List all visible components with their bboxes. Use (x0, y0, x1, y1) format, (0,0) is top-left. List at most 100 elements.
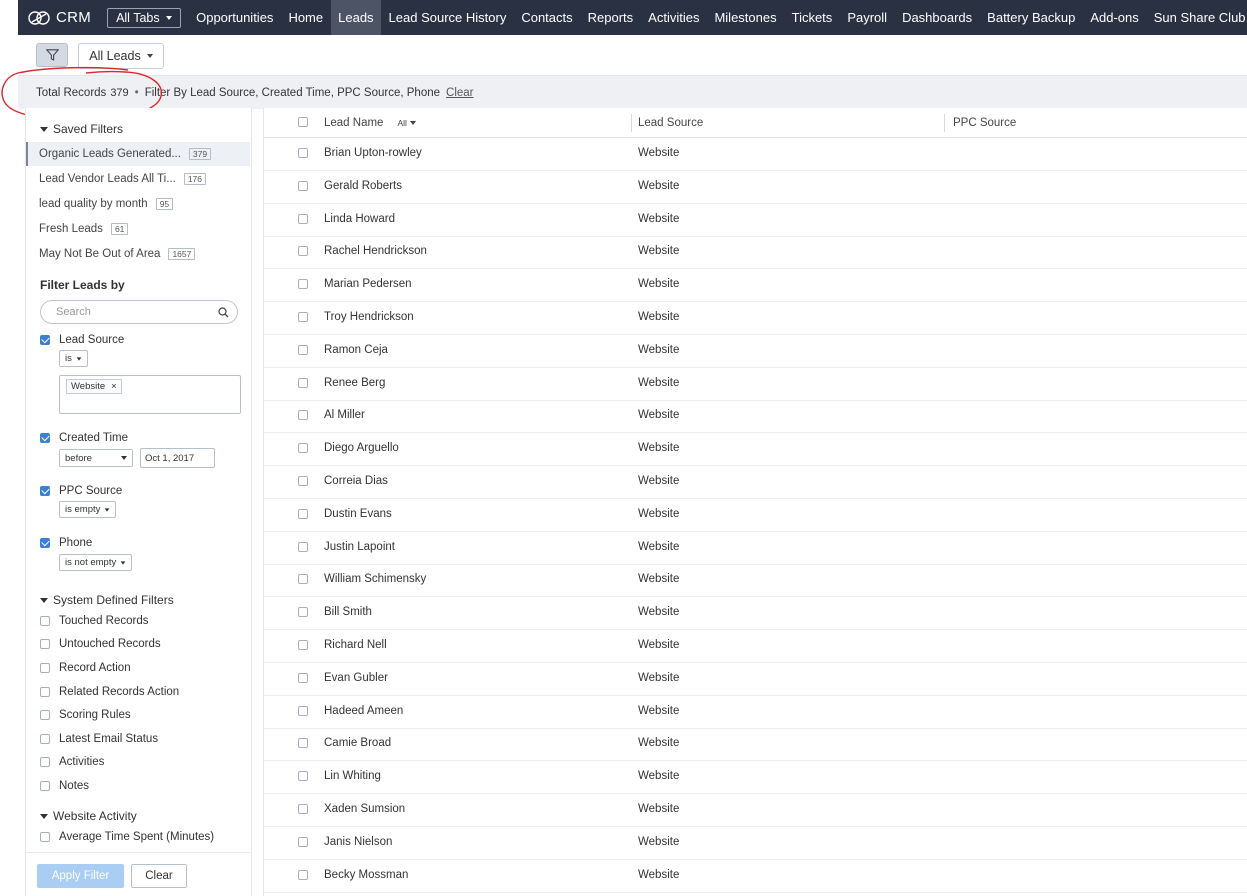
row-checkbox[interactable] (298, 443, 308, 454)
select-all-checkbox[interactable] (298, 117, 308, 127)
table-row[interactable]: Bill Smith Website (264, 596, 1247, 631)
created-time-date-input[interactable]: Oct 1, 2017 (140, 448, 215, 468)
row-checkbox[interactable] (298, 246, 308, 257)
lead-name-cell[interactable]: Rachel Hendrickson (324, 235, 427, 267)
saved-filters-header[interactable]: Saved Filters (40, 122, 123, 136)
table-row[interactable]: Hadeed Ameen Website (264, 695, 1247, 729)
system-filter-item[interactable]: Activities (40, 756, 104, 768)
table-row[interactable]: Troy Hendrickson Website (264, 301, 1247, 335)
nav-tab-sun-share-club[interactable]: Sun Share Club (1146, 0, 1247, 35)
nav-tab-payroll[interactable]: Payroll (840, 0, 895, 35)
lead-name-cell[interactable]: Troy Hendrickson (324, 301, 414, 333)
nav-tab-milestones[interactable]: Milestones (707, 0, 784, 35)
row-checkbox[interactable] (298, 836, 308, 847)
lead-name-cell[interactable]: Evan Gubler (324, 662, 388, 694)
lead-source-checkbox[interactable] (40, 335, 50, 345)
view-selector[interactable]: All Leads (78, 43, 164, 69)
lead-name-cell[interactable]: Linda Howard (324, 203, 395, 235)
lead-name-filter-dropdown[interactable]: All (397, 118, 416, 128)
row-checkbox[interactable] (298, 771, 308, 782)
phone-operator-select[interactable]: is not empty (59, 554, 133, 571)
lead-name-cell[interactable]: Xaden Sumsion (324, 793, 405, 825)
lead-name-cell[interactable]: Lin Whiting (324, 760, 381, 792)
table-row[interactable]: Brian Upton-rowley Website (264, 137, 1247, 171)
lead-name-cell[interactable]: Hadeed Ameen (324, 695, 403, 727)
crm-logo[interactable]: CRM (28, 9, 91, 26)
table-row[interactable]: Justin Lapoint Website (264, 531, 1247, 565)
all-tabs-dropdown[interactable]: All Tabs (107, 7, 181, 28)
row-checkbox[interactable] (298, 869, 308, 880)
column-separator[interactable] (944, 114, 945, 132)
system-filter-item[interactable]: Latest Email Status (40, 733, 158, 745)
system-filter-checkbox[interactable] (40, 663, 50, 673)
saved-filter-item[interactable]: lead quality by month 95 (26, 192, 250, 216)
lead-name-cell[interactable]: Richard Nell (324, 629, 387, 661)
lead-source-values-box[interactable]: Website × (59, 375, 241, 414)
lead-name-cell[interactable]: Janis Nielson (324, 826, 392, 858)
system-filter-item[interactable]: Related Records Action (40, 686, 179, 698)
column-header-ppc-source[interactable]: PPC Source (953, 108, 1016, 137)
system-filter-item[interactable]: Notes (40, 780, 89, 792)
filter-toggle-button[interactable] (36, 43, 68, 67)
nav-tab-activities[interactable]: Activities (641, 0, 707, 35)
ppc-source-checkbox[interactable] (40, 486, 50, 496)
table-row[interactable]: Gerald Roberts Website (264, 170, 1247, 204)
lead-name-cell[interactable]: Ramon Ceja (324, 334, 388, 366)
row-checkbox[interactable] (298, 476, 308, 486)
nav-tab-dashboards[interactable]: Dashboards (895, 0, 980, 35)
column-header-lead-source[interactable]: Lead Source (638, 108, 703, 137)
table-row[interactable]: Dustin Evans Website (264, 498, 1247, 532)
lead-name-cell[interactable]: Renee Berg (324, 367, 385, 399)
row-checkbox[interactable] (298, 312, 308, 322)
table-row[interactable]: Marian Pedersen Website (264, 268, 1247, 303)
row-checkbox[interactable] (298, 344, 308, 355)
table-row[interactable]: Evan Gubler Website (264, 662, 1247, 696)
filter-lead-source[interactable]: Lead Source (40, 334, 124, 346)
lead-source-operator-select[interactable]: is (59, 350, 88, 367)
row-checkbox[interactable] (298, 574, 308, 585)
row-checkbox[interactable] (298, 410, 308, 421)
website-activity-header[interactable]: Website Activity (40, 809, 137, 823)
website-activity-checkbox[interactable] (40, 832, 50, 842)
system-filter-item[interactable]: Scoring Rules (40, 709, 131, 721)
table-row[interactable]: Camie Broad Website (264, 727, 1247, 762)
system-filter-checkbox[interactable] (40, 734, 50, 744)
system-filter-checkbox[interactable] (40, 687, 50, 697)
filter-search-input[interactable]: Search (40, 300, 238, 324)
remove-tag-icon[interactable]: × (111, 381, 117, 392)
lead-name-cell[interactable]: Diego Arguello (324, 432, 399, 464)
saved-filter-item[interactable]: Lead Vendor Leads All Ti... 176 (26, 167, 250, 191)
system-filter-checkbox[interactable] (40, 710, 50, 720)
table-row[interactable]: William Schimensky Website (264, 563, 1247, 598)
system-filter-item[interactable]: Untouched Records (40, 638, 161, 650)
table-row[interactable]: Janis Nielson Website (264, 826, 1247, 860)
row-checkbox[interactable] (298, 738, 308, 749)
system-filters-header[interactable]: System Defined Filters (40, 593, 174, 607)
website-activity-item[interactable]: Average Time Spent (Minutes) (40, 831, 214, 843)
nav-tab-tickets[interactable]: Tickets (784, 0, 840, 35)
lead-name-cell[interactable]: Gerald Roberts (324, 170, 402, 202)
lead-name-cell[interactable]: Becky Mossman (324, 859, 408, 891)
row-checkbox[interactable] (298, 705, 308, 716)
table-row[interactable]: Linda Howard Website (264, 203, 1247, 237)
system-filter-checkbox[interactable] (40, 781, 50, 791)
row-checkbox[interactable] (298, 640, 308, 650)
filter-ppc-source[interactable]: PPC Source (40, 485, 122, 497)
filter-created-time[interactable]: Created Time (40, 432, 128, 444)
row-checkbox[interactable] (298, 213, 308, 224)
row-checkbox[interactable] (298, 541, 308, 552)
lead-name-cell[interactable]: Marian Pedersen (324, 268, 412, 300)
lead-name-cell[interactable]: Correia Dias (324, 465, 388, 497)
saved-filter-item[interactable]: Fresh Leads 61 (26, 217, 250, 241)
nav-tab-leads[interactable]: Leads (330, 0, 382, 35)
table-row[interactable]: Lin Whiting Website (264, 760, 1247, 795)
filter-phone[interactable]: Phone (40, 537, 92, 549)
row-checkbox[interactable] (298, 148, 308, 158)
lead-name-cell[interactable]: Al Miller (324, 399, 365, 431)
lead-name-cell[interactable]: Camie Broad (324, 727, 391, 759)
column-header-lead-name[interactable]: Lead Name All (324, 108, 416, 137)
row-checkbox[interactable] (298, 180, 308, 191)
row-checkbox[interactable] (298, 607, 308, 618)
system-filter-checkbox[interactable] (40, 757, 50, 767)
nav-tab-battery-backup[interactable]: Battery Backup (980, 0, 1083, 35)
